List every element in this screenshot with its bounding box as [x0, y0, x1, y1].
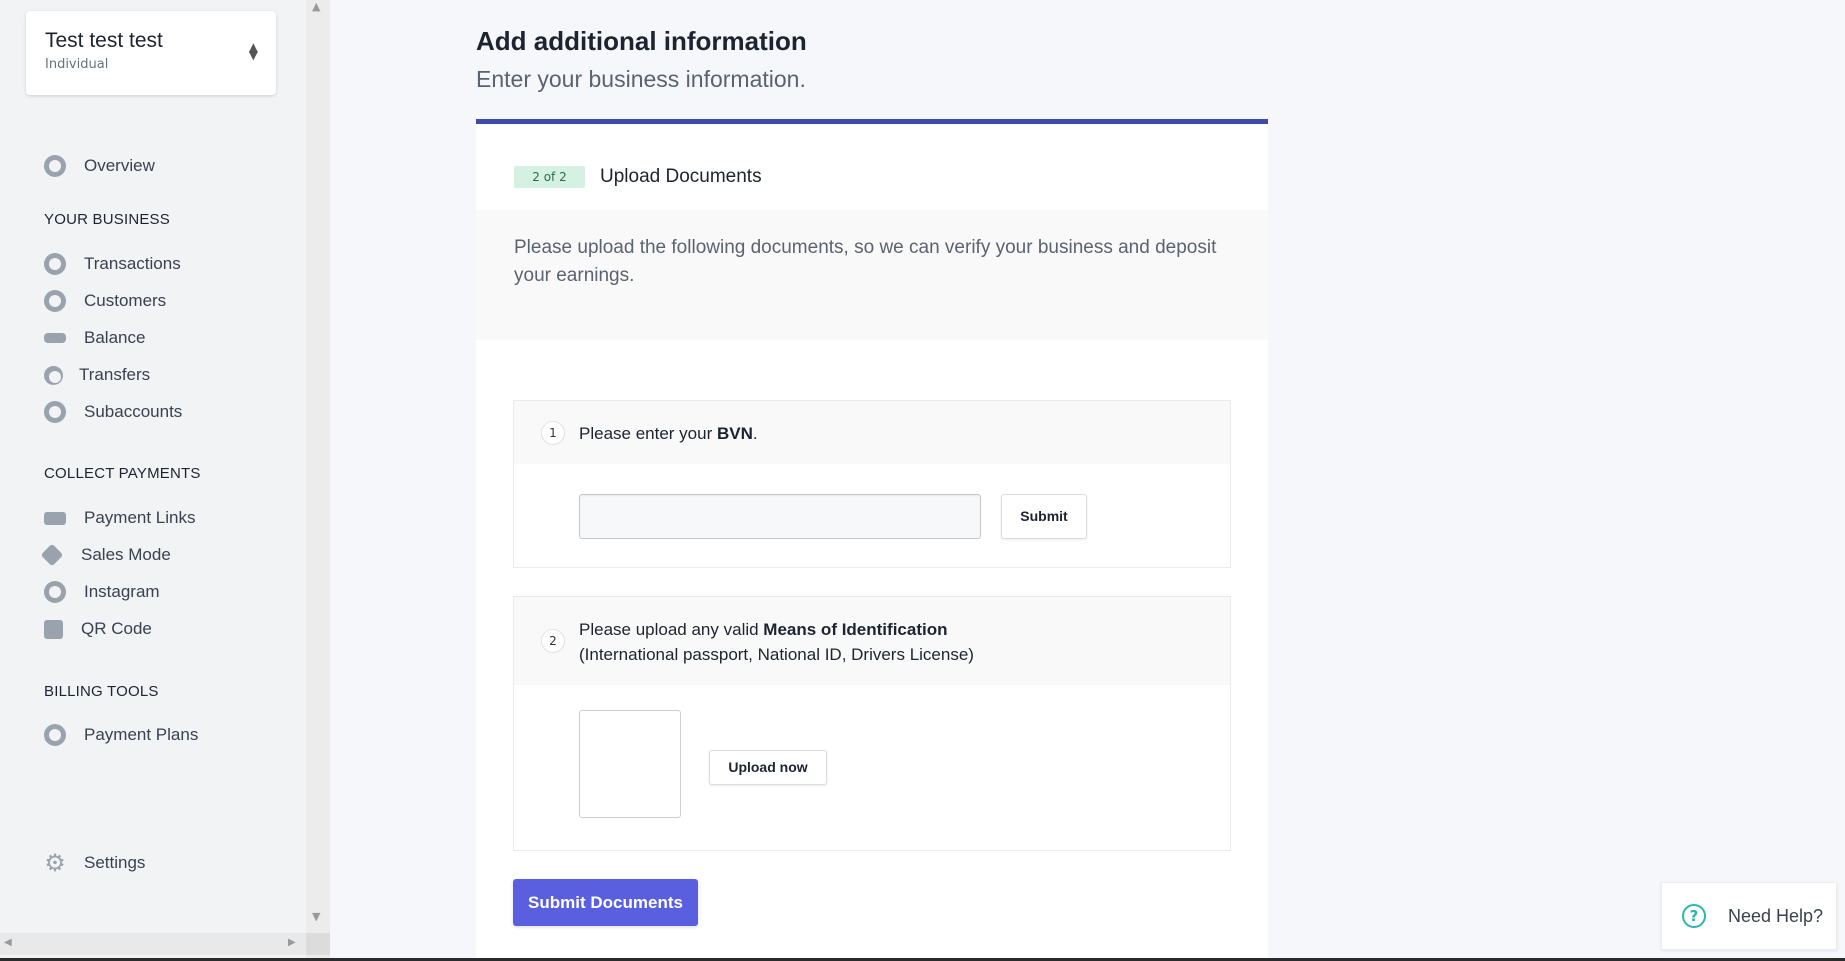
sidebar-item-label: Customers — [84, 291, 167, 310]
bvn-input[interactable] — [579, 494, 981, 539]
sidebar-item-instagram[interactable]: Instagram — [44, 579, 160, 605]
account-switcher[interactable]: Test test test Individual ▲ ▼ — [26, 11, 276, 95]
sidebar-item-label: Transactions — [84, 254, 181, 273]
upload-now-button[interactable]: Upload now — [709, 750, 827, 785]
step-intro: Please upload the following documents, s… — [476, 210, 1268, 340]
section-collect-payments: COLLECT PAYMENTS — [44, 465, 201, 482]
sidebar-item-transactions[interactable]: Transactions — [44, 251, 181, 277]
sidebar-item-label: QR Code — [81, 619, 152, 638]
account-name: Test test test — [45, 29, 163, 52]
section-billing-tools: BILLING TOOLS — [44, 683, 159, 700]
requirement-header: 2 Please upload any valid Means of Ident… — [514, 597, 1230, 685]
sidebar-item-label: Balance — [84, 328, 146, 347]
sidebar-item-settings[interactable]: ⚙ Settings — [44, 850, 145, 876]
page-subtitle: Enter your business information. — [476, 66, 806, 92]
step-header: 2 of 2 Upload Documents — [476, 124, 1268, 210]
transfer-icon — [44, 365, 63, 385]
sidebar-item-label: Payment Plans — [84, 725, 199, 744]
sidebar-item-subaccounts[interactable]: Subaccounts — [44, 399, 182, 425]
money-icon — [44, 511, 66, 525]
gear-icon: ⚙ — [44, 849, 66, 877]
sidebar-item-balance[interactable]: Balance — [44, 325, 145, 351]
scroll-left-icon[interactable]: ◀ — [4, 937, 12, 948]
sidebar-item-customers[interactable]: Customers — [44, 288, 166, 314]
sidebar-item-label: Overview — [84, 156, 155, 175]
sidebar-item-sales-mode[interactable]: Sales Mode — [40, 542, 171, 568]
overview-icon — [44, 155, 66, 177]
submit-documents-button[interactable]: Submit Documents — [513, 879, 698, 926]
scroll-down-icon[interactable]: ▼ — [312, 910, 320, 923]
sidebar-item-transfers[interactable]: Transfers — [44, 362, 150, 388]
section-your-business: YOUR BUSINESS — [44, 211, 170, 228]
sidebar-item-label: Sales Mode — [81, 545, 171, 564]
vertical-scrollbar[interactable]: ▲ ▼ — [306, 0, 330, 961]
refresh-icon — [44, 724, 66, 746]
requirement-text: Please upload any valid Means of Identif… — [579, 620, 974, 664]
sidebar-item-label: Instagram — [84, 582, 160, 601]
upload-documents-card: 2 of 2 Upload Documents Please upload th… — [476, 124, 1268, 961]
step-number: 2 — [541, 629, 565, 653]
sidebar-item-label: Settings — [84, 853, 146, 872]
question-icon: ? — [1682, 904, 1706, 928]
tag-icon — [40, 543, 64, 567]
users-icon — [44, 290, 66, 312]
horizontal-scrollbar[interactable]: ◀ ▶ — [0, 933, 306, 955]
requirement-text: Please enter your BVN. — [579, 424, 758, 443]
id-document-preview — [579, 710, 681, 818]
id-requirement: 2 Please upload any valid Means of Ident… — [513, 596, 1231, 851]
need-help-widget[interactable]: ? Need Help? — [1661, 882, 1837, 950]
step-badge: 2 of 2 — [514, 166, 585, 188]
sidebar-item-label: Subaccounts — [84, 402, 183, 421]
step-number: 1 — [541, 421, 565, 445]
sidebar-item-payment-plans[interactable]: Payment Plans — [44, 722, 198, 748]
sidebar-item-payment-links[interactable]: Payment Links — [44, 505, 196, 531]
need-help-label: Need Help? — [1728, 905, 1824, 926]
scroll-up-icon[interactable]: ▲ — [312, 0, 320, 13]
handshake-icon — [44, 333, 66, 343]
requirement-header: 1 Please enter your BVN. — [514, 401, 1230, 464]
sidebar-item-label: Payment Links — [84, 508, 196, 527]
sidebar: Test test test Individual ▲ ▼ Overview YO… — [0, 0, 306, 961]
scrollbar-corner — [306, 933, 330, 955]
page-title: Add additional information — [476, 26, 807, 56]
scroll-right-icon[interactable]: ▶ — [288, 937, 296, 948]
lightning-icon — [44, 253, 66, 275]
sidebar-item-qr-code[interactable]: QR Code — [44, 616, 152, 642]
submit-bvn-button[interactable]: Submit — [1001, 494, 1087, 539]
qr-code-icon — [44, 619, 63, 639]
switch-account-icon[interactable]: ▲ ▼ — [249, 41, 258, 61]
sidebar-item-label: Transfers — [79, 365, 151, 384]
instagram-icon — [44, 581, 66, 603]
bvn-requirement: 1 Please enter your BVN. Submit — [513, 400, 1231, 568]
account-type: Individual — [45, 57, 109, 72]
subaccounts-icon — [44, 401, 66, 423]
sidebar-item-overview[interactable]: Overview — [44, 153, 155, 179]
step-title: Upload Documents — [600, 166, 762, 187]
